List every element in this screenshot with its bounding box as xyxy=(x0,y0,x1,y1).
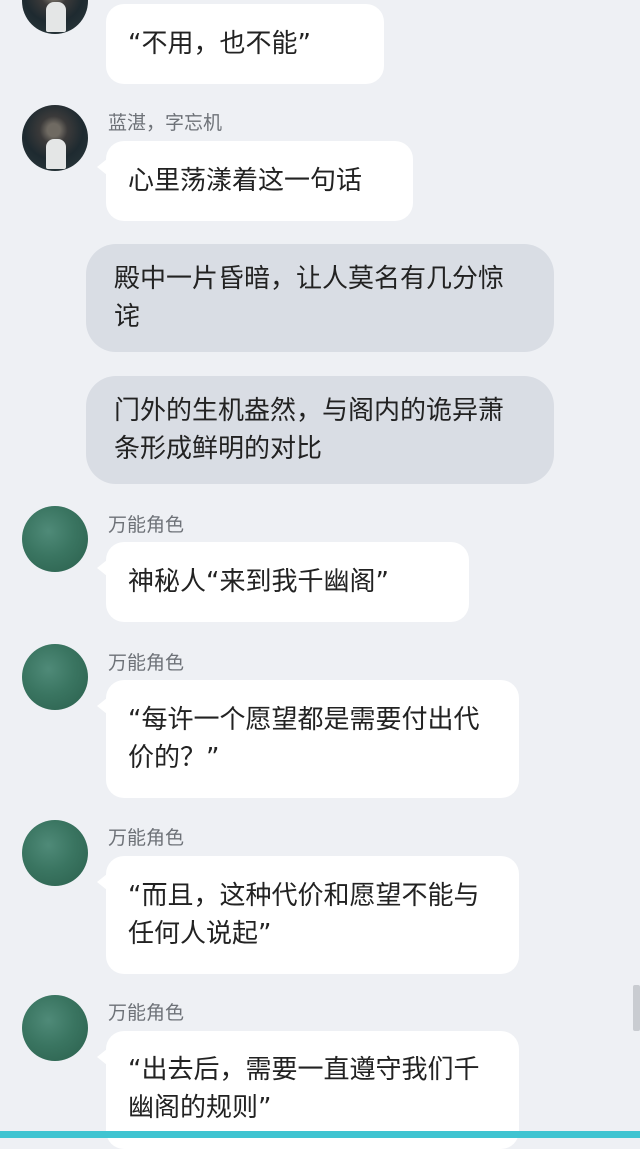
scrollbar-handle[interactable] xyxy=(633,985,640,1031)
sender-name: 万能角色 xyxy=(108,652,185,674)
green-avatar[interactable] xyxy=(22,644,88,710)
sender-name: 万能角色 xyxy=(108,827,185,849)
green-avatar[interactable] xyxy=(22,995,88,1061)
message-text: “每许一个愿望都是需要付出代价的？” xyxy=(128,705,480,773)
chat-message-list[interactable]: “不用，也不能” 蓝湛，字忘机 心里荡漾着这一句话 殿中一片昏暗，让人莫名有几分… xyxy=(0,0,640,1149)
message-bubble[interactable]: “每许一个愿望都是需要付出代价的？” xyxy=(97,680,519,798)
message-text: “不用，也不能” xyxy=(128,29,311,59)
sender-name: 万能角色 xyxy=(108,514,185,536)
green-avatar[interactable] xyxy=(22,820,88,886)
narration-text: 门外的生机盎然，与阁内的诡异萧条形成鲜明的对比 xyxy=(114,396,505,464)
sender-name: 蓝湛，字忘机 xyxy=(108,112,223,134)
message-bubble[interactable]: 神秘人“来到我千幽阁” xyxy=(97,542,469,622)
message-text: “而且，这种代价和愿望不能与任何人说起” xyxy=(128,881,480,949)
portrait-avatar[interactable] xyxy=(22,105,88,171)
message-text: 心里荡漾着这一句话 xyxy=(128,166,363,196)
message-text: “出去后，需要一直遵守我们千幽阁的规则” xyxy=(128,1055,480,1123)
sender-name: 万能角色 xyxy=(108,1002,185,1024)
message-bubble[interactable]: 心里荡漾着这一句话 xyxy=(97,141,413,221)
green-avatar[interactable] xyxy=(22,506,88,572)
message-bubble[interactable]: “不用，也不能” xyxy=(106,4,384,84)
message-bubble[interactable]: “而且，这种代价和愿望不能与任何人说起” xyxy=(97,856,519,974)
portrait-avatar[interactable] xyxy=(22,0,88,34)
bottom-accent-bar xyxy=(0,1131,640,1138)
narration-text: 殿中一片昏暗，让人莫名有几分惊诧 xyxy=(114,264,505,332)
narration-bubble[interactable]: 殿中一片昏暗，让人莫名有几分惊诧 xyxy=(86,244,554,352)
message-text: 神秘人“来到我千幽阁” xyxy=(128,567,389,597)
narration-bubble[interactable]: 门外的生机盎然，与阁内的诡异萧条形成鲜明的对比 xyxy=(86,376,554,484)
